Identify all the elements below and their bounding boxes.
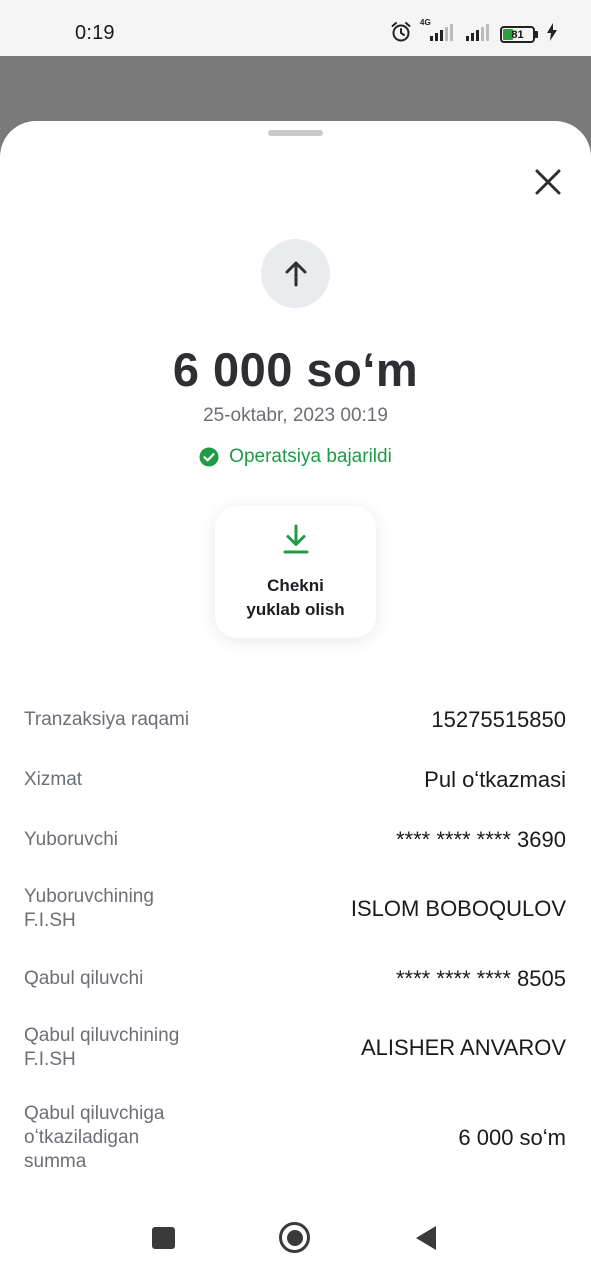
detail-value: ISLOM BOBOQULOV — [350, 896, 566, 921]
sheet-grabber[interactable] — [268, 130, 323, 136]
status-text: Operatsiya bajarildi — [229, 446, 392, 467]
battery-icon: 81 — [500, 26, 538, 43]
system-nav-bar — [0, 1204, 591, 1280]
network-type-label: 4G — [420, 18, 431, 27]
detail-label: Yuboruvchi — [24, 829, 119, 850]
detail-row-transaction-id: Tranzaksiya raqami 15275515850 — [24, 707, 566, 732]
detail-value: 6 000 soʻm — [458, 1125, 566, 1150]
detail-label: Xizmat — [24, 769, 83, 790]
status-time: 0:19 — [75, 22, 115, 44]
transaction-sheet: 6 000 soʻm 25-oktabr, 2023 00:19 Operats… — [0, 121, 591, 1280]
download-receipt-label: Chekni yuklab olish — [246, 576, 345, 619]
nav-home-icon[interactable] — [279, 1222, 310, 1253]
detail-label: Tranzaksiya raqami — [24, 709, 190, 730]
status-bar: 0:19 4G 81 — [0, 0, 591, 56]
transaction-date: 25-oktabr, 2023 00:19 — [203, 405, 388, 426]
download-receipt-button[interactable]: Chekni yuklab olish — [215, 506, 376, 638]
nav-recents-icon[interactable] — [152, 1227, 175, 1249]
detail-row-service: Xizmat Pul oʻtkazmasi — [24, 767, 566, 792]
transaction-amount: 6 000 soʻm — [172, 343, 419, 396]
detail-row-receiver: Qabul qiluvchi **** **** **** 8505 — [24, 966, 566, 991]
detail-label: Yuboruvchining F.I.SH — [24, 886, 154, 931]
alarm-icon — [390, 21, 412, 48]
check-circle-icon — [199, 447, 219, 467]
detail-value: ALISHER ANVAROV — [361, 1035, 566, 1060]
status-icons: 4G 81 — [390, 18, 558, 48]
charging-icon — [546, 23, 558, 46]
download-icon — [283, 524, 308, 554]
outgoing-indicator — [261, 239, 330, 308]
detail-row-amount-to-receiver: Qabul qiluvchiga oʻtkaziladigan summa 6 … — [24, 1102, 566, 1174]
detail-value: Pul oʻtkazmasi — [424, 767, 566, 792]
close-button[interactable] — [527, 161, 569, 203]
battery-level: 81 — [511, 28, 524, 41]
detail-value: 15275515850 — [431, 707, 566, 732]
arrow-up-icon — [285, 261, 306, 286]
detail-row-sender: Yuboruvchi **** **** **** 3690 — [24, 827, 566, 852]
signal-2-icon — [464, 22, 492, 47]
detail-row-receiver-name: Qabul qiluvchining F.I.SH ALISHER ANVARO… — [24, 1024, 566, 1072]
detail-row-sender-name: Yuboruvchining F.I.SH ISLOM BOBOQULOV — [24, 885, 566, 933]
nav-back-icon[interactable] — [414, 1225, 438, 1256]
signal-icon: 4G — [420, 18, 456, 47]
detail-label: Qabul qiluvchiga oʻtkaziladigan summa — [24, 1103, 165, 1172]
transaction-status: Operatsiya bajarildi — [0, 446, 591, 468]
detail-value: **** **** **** 8505 — [395, 966, 566, 991]
close-icon — [535, 169, 561, 195]
detail-label: Qabul qiluvchining F.I.SH — [24, 1025, 180, 1070]
detail-label: Qabul qiluvchi — [24, 968, 144, 989]
detail-value: **** **** **** 3690 — [395, 827, 566, 852]
